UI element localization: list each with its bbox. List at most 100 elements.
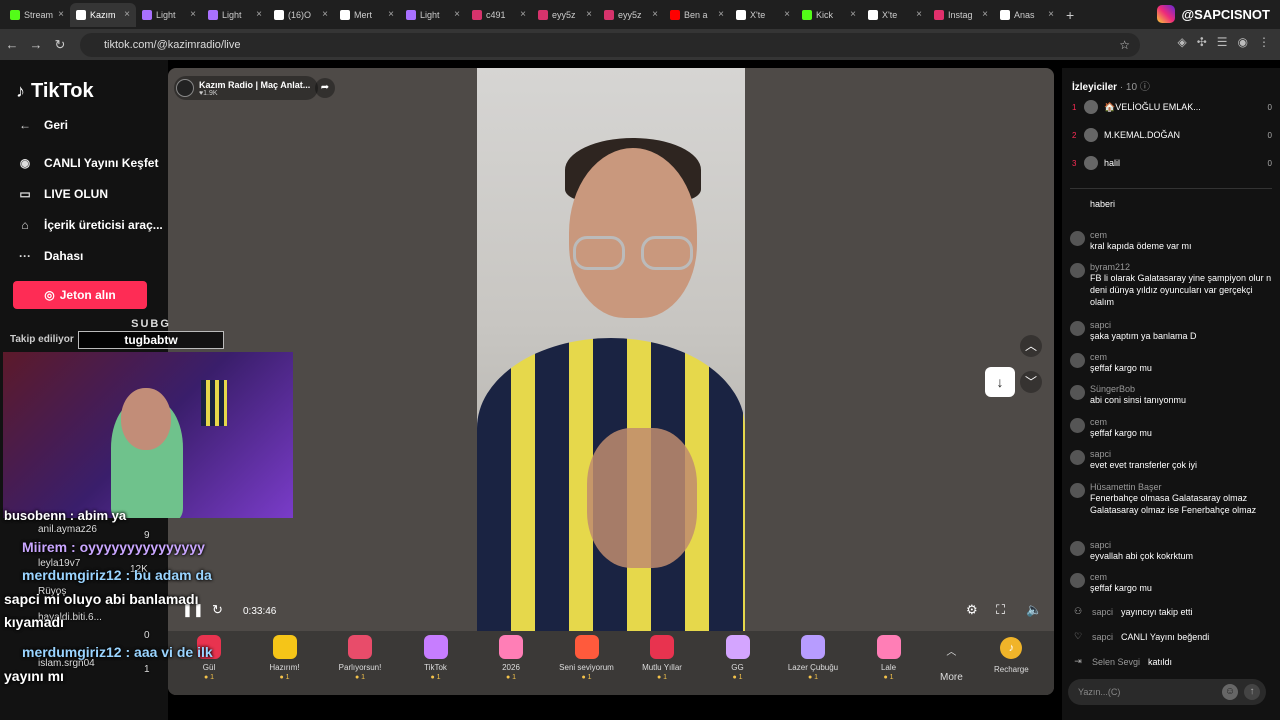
sidebar-item-explore-live[interactable]: ◉ CANLI Yayını Keşfet: [16, 156, 159, 170]
chat-text: FB li olarak Galatasaray yine şampiyon o…: [1090, 273, 1272, 307]
fullscreen-icon[interactable]: ⛶: [996, 602, 1005, 618]
gift-item[interactable]: TikTok ● 1: [401, 635, 471, 681]
close-tab-icon[interactable]: ×: [982, 9, 988, 20]
share-icon[interactable]: ➦: [315, 78, 335, 98]
browser-tab[interactable]: X'te ×: [730, 3, 796, 27]
chat-avatar: [1070, 231, 1085, 246]
bookmark-star-icon[interactable]: ☆: [1119, 38, 1130, 52]
send-icon[interactable]: ↑: [1244, 684, 1260, 700]
chat-input[interactable]: Yazın...(C) ☺ ↑: [1068, 679, 1266, 705]
browser-tab[interactable]: c491 ×: [466, 3, 532, 27]
close-tab-icon[interactable]: ×: [718, 9, 724, 20]
browser-tab[interactable]: eyy5z ×: [598, 3, 664, 27]
live-video[interactable]: [477, 68, 745, 631]
browser-tab[interactable]: Stream ×: [4, 3, 70, 27]
gift-item[interactable]: Parlıyorsun! ● 1: [325, 635, 395, 681]
forward-icon[interactable]: →: [24, 37, 48, 52]
sidebar-item-back[interactable]: ← Geri: [16, 118, 68, 132]
viewer-rank: 1: [1072, 102, 1077, 112]
close-tab-icon[interactable]: ×: [256, 9, 262, 20]
tab-favicon-icon: [802, 9, 812, 20]
new-tab-icon[interactable]: +: [1060, 7, 1080, 23]
channel-info[interactable]: Kazım Radio | Maç Anlat... ♥1.9K: [174, 76, 319, 100]
close-tab-icon[interactable]: ×: [850, 9, 856, 20]
gift-item[interactable]: Lazer Çubuğu ● 1: [778, 635, 848, 681]
top-viewer[interactable]: 3 halil 0: [1072, 156, 1272, 170]
chat-message[interactable]: byram212 FB li olarak Galatasaray yine şa…: [1070, 262, 1274, 308]
chat-message[interactable]: sapci evet evet transferler çok iyi: [1070, 449, 1274, 471]
puzzle-icon[interactable]: ✣: [1197, 35, 1207, 49]
close-tab-icon[interactable]: ×: [652, 9, 658, 20]
browser-tab[interactable]: Light ×: [202, 3, 268, 27]
chat-message[interactable]: cem kral kapıda ödeme var mı: [1070, 230, 1274, 252]
close-tab-icon[interactable]: ×: [784, 9, 790, 20]
close-tab-icon[interactable]: ×: [190, 9, 196, 20]
url-field[interactable]: tiktok.com/@kazimradio/live ☆: [80, 33, 1140, 57]
back-icon[interactable]: ←: [0, 37, 24, 52]
browser-tab[interactable]: Mert ×: [334, 3, 400, 27]
instagram-icon: [1157, 5, 1176, 23]
browser-tab[interactable]: Kick ×: [796, 3, 862, 27]
profile-icon[interactable]: ◉: [1238, 35, 1248, 49]
browser-tab[interactable]: Light ×: [136, 3, 202, 27]
previous-live-icon[interactable]: ︿: [1020, 335, 1042, 357]
chat-message[interactable]: haberi: [1070, 198, 1274, 214]
chat-message[interactable]: SüngerBob abi coni sinsi tanıyonmu: [1070, 384, 1274, 406]
join-icon: ⇥: [1074, 656, 1082, 666]
browser-tab[interactable]: Instag ×: [928, 3, 994, 27]
chat-message[interactable]: cem şeffaf kargo mu: [1070, 572, 1274, 594]
sidebar-item-go-live[interactable]: ▭ LIVE OLUN: [16, 187, 108, 201]
close-tab-icon[interactable]: ×: [58, 9, 64, 20]
webcam-overlay: [3, 352, 293, 518]
gift-item[interactable]: Seni seviyorum ● 1: [552, 635, 622, 681]
download-icon[interactable]: ↓: [985, 367, 1015, 397]
emoji-icon[interactable]: ☺: [1222, 684, 1238, 700]
settings-icon[interactable]: ⚙: [966, 602, 978, 618]
recharge-button[interactable]: ♪ Recharge: [994, 637, 1029, 674]
next-live-icon[interactable]: ﹀: [1020, 371, 1042, 393]
chat-message[interactable]: cem şeffaf kargo mu: [1070, 417, 1274, 439]
tiktok-logo[interactable]: ♪ TikTok: [16, 80, 94, 103]
overlay-chat-line: Miirem : oyyyyyyyyyyyyyyy: [22, 539, 205, 555]
gift-item[interactable]: Lale ● 1: [854, 635, 924, 681]
close-tab-icon[interactable]: ×: [1048, 9, 1054, 20]
browser-tab[interactable]: Light ×: [400, 3, 466, 27]
menu-icon[interactable]: ☰: [1217, 35, 1228, 49]
browser-tab[interactable]: eyy5z ×: [532, 3, 598, 27]
extension-icon[interactable]: ◈: [1177, 35, 1186, 49]
reload-icon[interactable]: ↻: [48, 37, 72, 53]
chat-message[interactable]: cem şeffaf kargo mu: [1070, 352, 1274, 374]
gift-item[interactable]: Mutlu Yıllar ● 1: [627, 635, 697, 681]
gift-price-value: 1: [436, 674, 441, 681]
close-tab-icon[interactable]: ×: [124, 9, 130, 20]
sidebar-item-more[interactable]: ··· Dahası: [16, 249, 83, 263]
browser-tab[interactable]: X'te ×: [862, 3, 928, 27]
chat-message[interactable]: sapci şaka yaptım ya banlama D: [1070, 320, 1274, 342]
chat-username: sapci: [1090, 320, 1112, 330]
gift-more-button[interactable]: ︿ More: [940, 643, 963, 683]
get-coins-button[interactable]: ◎ Jeton alın: [13, 281, 147, 309]
browser-tab[interactable]: Kazım ×: [70, 2, 136, 27]
gift-item[interactable]: 2026 ● 1: [476, 635, 546, 681]
close-tab-icon[interactable]: ×: [520, 9, 526, 20]
gift-price-value: 1: [587, 674, 592, 681]
chat-message[interactable]: sapci eyvallah abi çok kokrktum: [1070, 540, 1274, 562]
close-tab-icon[interactable]: ×: [322, 9, 328, 20]
volume-icon[interactable]: 🔈: [1026, 602, 1042, 618]
info-icon[interactable]: ⓘ: [1140, 82, 1150, 93]
browser-tab[interactable]: Anas ×: [994, 3, 1060, 27]
top-viewer[interactable]: 1 🏠VELİOĞLU EMLAK... 0: [1072, 100, 1272, 114]
close-tab-icon[interactable]: ×: [454, 9, 460, 20]
channel-likes: ♥1.9K: [199, 89, 218, 97]
chat-message[interactable]: Hüsamettin Başer Fenerbahçe olmasa Galata…: [1070, 482, 1274, 516]
kebab-menu-icon[interactable]: ⋮: [1258, 35, 1270, 49]
gift-price-value: 1: [889, 674, 894, 681]
gift-item[interactable]: GG ● 1: [703, 635, 773, 681]
close-tab-icon[interactable]: ×: [586, 9, 592, 20]
sidebar-item-creator-tools[interactable]: ⌂ İçerik üreticisi araç...: [16, 218, 162, 232]
close-tab-icon[interactable]: ×: [916, 9, 922, 20]
browser-tab[interactable]: Ben a ×: [664, 3, 730, 27]
close-tab-icon[interactable]: ×: [388, 9, 394, 20]
top-viewer[interactable]: 2 M.KEMAL.DOĞAN 0: [1072, 128, 1272, 142]
browser-tab[interactable]: (16)O ×: [268, 3, 334, 27]
